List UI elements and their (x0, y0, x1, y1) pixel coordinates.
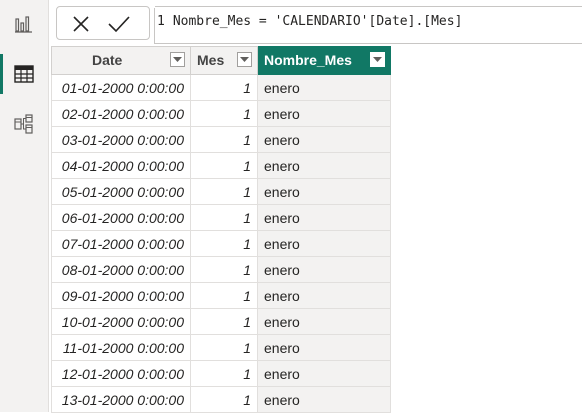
nombre-mes-cell[interactable]: enero (257, 282, 391, 309)
table-row[interactable]: 07-01-2000 0:00:00 1 enero (51, 230, 391, 257)
mes-cell[interactable]: 1 (190, 178, 258, 205)
table-view-button[interactable] (0, 50, 48, 98)
column-header-nombre-mes[interactable]: Nombre_Mes (257, 46, 391, 75)
table-row[interactable]: 04-01-2000 0:00:00 1 enero (51, 152, 391, 179)
view-rail (0, 0, 49, 412)
date-cell[interactable]: 09-01-2000 0:00:00 (51, 282, 191, 309)
mes-cell[interactable]: 1 (190, 74, 258, 101)
table-row[interactable]: 11-01-2000 0:00:00 1 enero (51, 334, 391, 361)
table-row[interactable]: 02-01-2000 0:00:00 1 enero (51, 100, 391, 127)
nombre-mes-cell[interactable]: enero (257, 308, 391, 335)
column-filter-button[interactable] (237, 52, 252, 67)
report-view-button[interactable] (0, 0, 48, 48)
column-header-label: Mes (197, 52, 225, 68)
formula-line-number: 1 (157, 14, 165, 29)
column-filter-button[interactable] (170, 52, 185, 67)
table-row[interactable]: 01-01-2000 0:00:00 1 enero (51, 74, 391, 101)
cancel-formula-button[interactable] (67, 11, 95, 37)
nombre-mes-cell[interactable]: enero (257, 334, 391, 361)
column-header-date[interactable]: Date (51, 46, 191, 75)
formula-input[interactable]: 1 Nombre_Mes = 'CALENDARIO'[Date].[Mes] (155, 6, 582, 44)
date-cell[interactable]: 07-01-2000 0:00:00 (51, 230, 191, 257)
model-view-icon (14, 114, 33, 134)
column-header-mes[interactable]: Mes (190, 46, 258, 75)
nombre-mes-cell[interactable]: enero (257, 230, 391, 257)
table-row[interactable]: 06-01-2000 0:00:00 1 enero (51, 204, 391, 231)
mes-cell[interactable]: 1 (190, 386, 258, 413)
table-row[interactable]: 03-01-2000 0:00:00 1 enero (51, 126, 391, 153)
table-row[interactable]: 12-01-2000 0:00:00 1 enero (51, 360, 391, 387)
date-cell[interactable]: 11-01-2000 0:00:00 (51, 334, 191, 361)
formula-expression[interactable]: Nombre_Mes = 'CALENDARIO'[Date].[Mes] (173, 14, 463, 29)
mes-cell[interactable]: 1 (190, 256, 258, 283)
formula-buttons (56, 6, 150, 40)
date-cell[interactable]: 03-01-2000 0:00:00 (51, 126, 191, 153)
table-row[interactable]: 09-01-2000 0:00:00 1 enero (51, 282, 391, 309)
table-row[interactable]: 13-01-2000 0:00:00 1 enero (51, 386, 391, 413)
commit-formula-button[interactable] (105, 11, 133, 37)
date-cell[interactable]: 01-01-2000 0:00:00 (51, 74, 191, 101)
table-row[interactable]: 08-01-2000 0:00:00 1 enero (51, 256, 391, 283)
mes-cell[interactable]: 1 (190, 360, 258, 387)
nombre-mes-cell[interactable]: enero (257, 360, 391, 387)
column-filter-button[interactable] (370, 52, 385, 67)
date-cell[interactable]: 12-01-2000 0:00:00 (51, 360, 191, 387)
mes-cell[interactable]: 1 (190, 282, 258, 309)
close-icon (73, 16, 89, 32)
mes-cell[interactable]: 1 (190, 308, 258, 335)
chevron-down-icon (240, 56, 249, 62)
mes-cell[interactable]: 1 (190, 334, 258, 361)
nombre-mes-cell[interactable]: enero (257, 152, 391, 179)
nombre-mes-cell[interactable]: enero (257, 256, 391, 283)
date-cell[interactable]: 05-01-2000 0:00:00 (51, 178, 191, 205)
header-row: Date Mes Nombre_Mes (51, 46, 391, 75)
mes-cell[interactable]: 1 (190, 100, 258, 127)
nombre-mes-cell[interactable]: enero (257, 74, 391, 101)
nombre-mes-cell[interactable]: enero (257, 100, 391, 127)
date-cell[interactable]: 02-01-2000 0:00:00 (51, 100, 191, 127)
column-header-label: Nombre_Mes (264, 52, 352, 68)
table-view-icon (14, 65, 34, 83)
nombre-mes-cell[interactable]: enero (257, 126, 391, 153)
checkmark-icon (108, 16, 130, 33)
nombre-mes-cell[interactable]: enero (257, 204, 391, 231)
date-cell[interactable]: 08-01-2000 0:00:00 (51, 256, 191, 283)
formula-bar: 1 Nombre_Mes = 'CALENDARIO'[Date].[Mes] (56, 6, 582, 44)
table-row[interactable]: 05-01-2000 0:00:00 1 enero (51, 178, 391, 205)
date-cell[interactable]: 10-01-2000 0:00:00 (51, 308, 191, 335)
report-view-icon (15, 16, 32, 33)
mes-cell[interactable]: 1 (190, 152, 258, 179)
data-grid: Date Mes Nombre_Mes 01-01-2000 0:00:00 1 e… (51, 46, 391, 413)
date-cell[interactable]: 04-01-2000 0:00:00 (51, 152, 191, 179)
model-view-button[interactable] (0, 100, 48, 148)
mes-cell[interactable]: 1 (190, 204, 258, 231)
nombre-mes-cell[interactable]: enero (257, 178, 391, 205)
chevron-down-icon (373, 56, 382, 62)
date-cell[interactable]: 13-01-2000 0:00:00 (51, 386, 191, 413)
grid-body: 01-01-2000 0:00:00 1 enero 02-01-2000 0:00… (51, 74, 391, 413)
nombre-mes-cell[interactable]: enero (257, 386, 391, 413)
mes-cell[interactable]: 1 (190, 230, 258, 257)
chevron-down-icon (173, 56, 182, 62)
date-cell[interactable]: 06-01-2000 0:00:00 (51, 204, 191, 231)
column-header-label: Date (92, 52, 123, 68)
mes-cell[interactable]: 1 (190, 126, 258, 153)
table-row[interactable]: 10-01-2000 0:00:00 1 enero (51, 308, 391, 335)
